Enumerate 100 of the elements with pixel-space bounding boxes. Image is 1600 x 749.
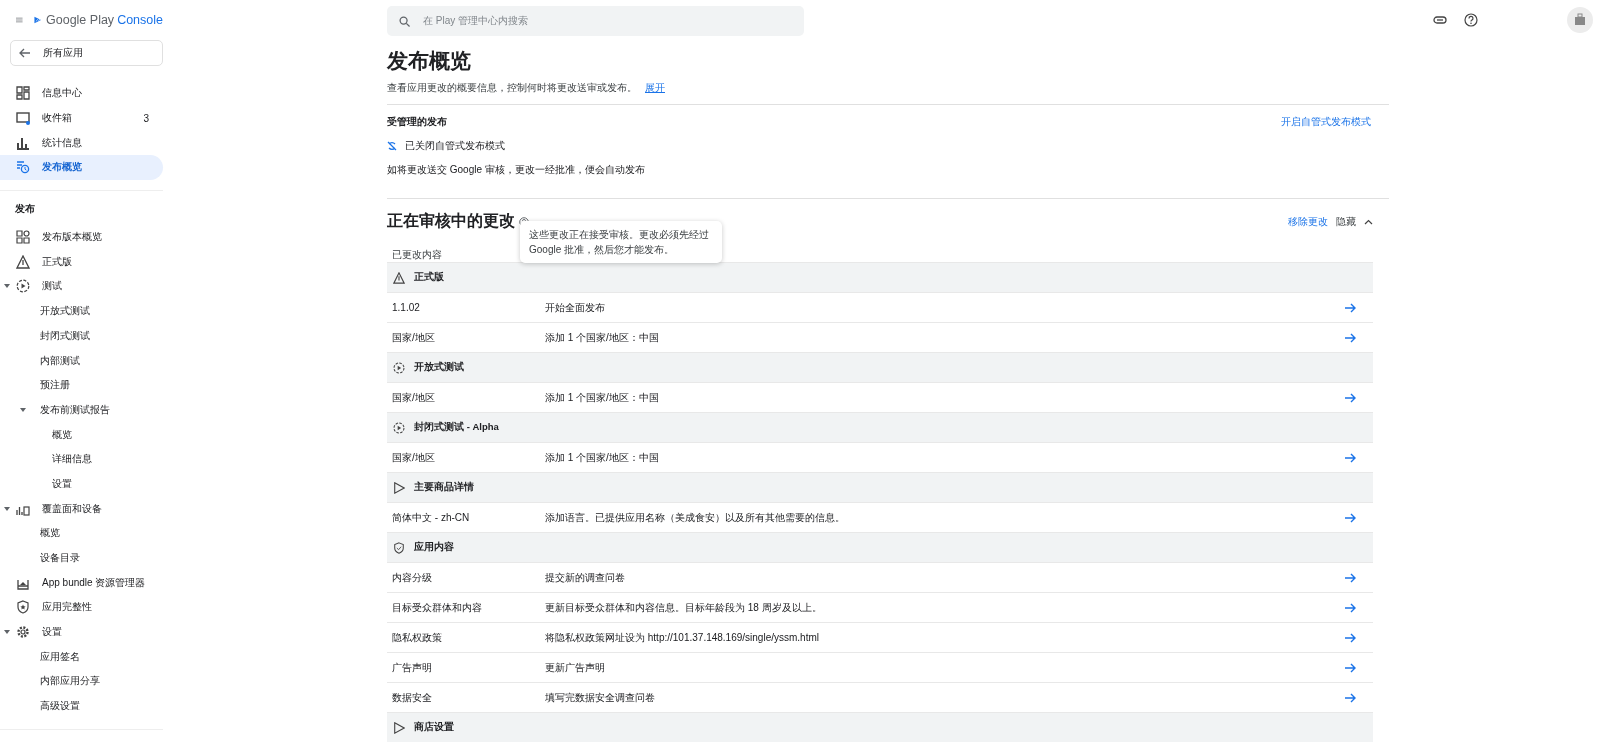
group-header: 商店设置: [387, 712, 1373, 742]
arrow-icon[interactable]: [1345, 602, 1357, 613]
nav-item[interactable]: 覆盖面和设备: [0, 496, 163, 521]
table-cell-text: 简体中文 - zh-CN: [392, 510, 471, 525]
group-header: 正式版: [387, 262, 1373, 292]
table-cell-text: 隐私权政策: [392, 630, 443, 645]
nav-item[interactable]: 开放式测试: [0, 298, 163, 324]
arrow-icon[interactable]: [1345, 332, 1357, 343]
arrow-icon[interactable]: [1345, 452, 1357, 463]
tooltip: 这些更改正在接受审核。更改必须先经过 Google 批准，然后您才能发布。: [520, 221, 722, 263]
caret-icon[interactable]: [4, 630, 10, 635]
table-cell-text: 添加语言。已提供应用名称（美成食安）以及所有其他需要的信息。: [545, 510, 846, 525]
arrow-icon[interactable]: [1345, 572, 1357, 583]
group-header: 主要商品详情: [387, 472, 1373, 502]
nav-item[interactable]: 发布版本概览: [0, 224, 163, 250]
warning-icon: [16, 254, 30, 269]
column-header: 已更改内容: [392, 248, 442, 262]
table-cell-text: 添加 1 个国家/地区：中国: [545, 390, 660, 405]
status-text: 已关闭自管式发布模式: [405, 139, 505, 153]
table-cell-text: 更新目标受众群体和内容信息。目标年龄段为 18 周岁及以上。: [545, 600, 823, 615]
logo-text: Google Play: [46, 13, 115, 27]
table-cell-text: 国家/地区: [392, 330, 436, 345]
link-icon[interactable]: [1433, 16, 1447, 24]
nav-item[interactable]: 统计信息: [0, 130, 163, 156]
nav-item[interactable]: 发布概览: [0, 155, 163, 180]
nav-item[interactable]: 高级设置: [0, 693, 163, 719]
clock-list-icon: [16, 160, 30, 175]
table-cell-text: 添加 1 个国家/地区：中国: [545, 330, 660, 345]
table-cell-text: 添加 1 个国家/地区：中国: [545, 450, 660, 465]
table-cell-text: 更新广告声明: [545, 660, 606, 675]
table-cell-text: 提交新的调查问卷: [545, 570, 626, 585]
page-description: 查看应用更改的概要信息，控制何时将更改送审或发布。 展开: [387, 81, 666, 95]
play-circle-icon: [393, 361, 405, 374]
nav-item[interactable]: 应用签名: [0, 644, 163, 670]
section-title: 受管理的发布: [387, 115, 447, 129]
section-title: 发布: [14, 201, 36, 216]
hide-button[interactable]: 隐藏: [1336, 214, 1373, 229]
arrow-icon[interactable]: [1345, 662, 1357, 673]
table-cell-text: 将隐私权政策网址设为 http://101.37.148.169/single/yssm.html: [545, 630, 820, 645]
back-arrow-icon: [19, 48, 31, 58]
section-heading: 正在审核中的更改: [387, 211, 515, 231]
nav-item[interactable]: 设置: [0, 471, 163, 497]
nav-item[interactable]: 测试: [0, 274, 163, 299]
shield-icon: [16, 600, 30, 615]
arrow-icon[interactable]: [1345, 632, 1357, 643]
nav-item[interactable]: App bundle 资源管理器: [0, 570, 163, 596]
caret-icon[interactable]: [4, 506, 10, 511]
nav-item[interactable]: 设置: [0, 619, 163, 645]
count-text: 3: [143, 112, 149, 124]
play-triangle-icon: [393, 481, 405, 494]
logo-product: Console: [117, 13, 163, 27]
nav-item[interactable]: 内部测试: [0, 348, 163, 373]
nav-item[interactable]: 详细信息: [0, 446, 163, 472]
table-cell-text: 目标受众群体和内容: [392, 600, 483, 615]
table-cell-text: 填写完数据安全调查问卷: [545, 690, 656, 705]
caret-icon[interactable]: [20, 407, 26, 412]
nav-item[interactable]: 应用完整性: [0, 595, 163, 620]
table-cell-text: 国家/地区: [392, 390, 436, 405]
shield-icon: [393, 541, 405, 554]
nav-item[interactable]: 概览: [0, 521, 163, 546]
group-header: 封闭式测试 - Alpha: [387, 412, 1373, 442]
nav-item[interactable]: 收件箱 3: [0, 105, 163, 131]
nav-item[interactable]: 正式版: [0, 249, 163, 275]
sync-off-icon: [387, 141, 397, 151]
arrow-icon[interactable]: [1345, 392, 1357, 403]
grid-icon: [16, 230, 30, 245]
table-cell-text: 开始全面发布: [545, 300, 606, 315]
warning-icon: [393, 271, 405, 284]
page-title: 发布概览: [387, 48, 472, 74]
table-cell-text: 数据安全: [392, 690, 433, 705]
table-cell-text: 广告声明: [392, 660, 433, 675]
remove-changes-link[interactable]: 移除更改: [1288, 214, 1328, 229]
nav-item[interactable]: 封闭式测试: [0, 323, 163, 349]
arrow-icon[interactable]: [1345, 692, 1357, 703]
all-apps-button[interactable]: 所有应用: [10, 40, 163, 66]
nav-item[interactable]: 概览: [0, 422, 163, 447]
gear-icon: [16, 625, 30, 640]
managed-publishing-link[interactable]: 开启自管式发布模式: [1281, 115, 1371, 129]
arrow-icon[interactable]: [1345, 302, 1357, 313]
table-cell-text: 1.1.02: [392, 302, 421, 313]
expand-link[interactable]: 展开: [645, 82, 665, 93]
avatar-icon[interactable]: [1567, 7, 1593, 33]
play-circle-icon: [16, 279, 30, 294]
nav-item[interactable]: 内部应用分享: [0, 669, 163, 694]
play-circle-icon: [393, 421, 405, 434]
table-cell-text: 国家/地区: [392, 450, 436, 465]
search-field[interactable]: 在 Play 管理中心内搜索: [387, 5, 804, 36]
nav-item[interactable]: 信息中心: [0, 81, 163, 106]
caret-icon[interactable]: [4, 284, 10, 289]
nav-item[interactable]: 预注册: [0, 372, 163, 398]
arrow-icon[interactable]: [1345, 512, 1357, 523]
play-triangle-icon: [393, 721, 405, 734]
group-header: 应用内容: [387, 532, 1373, 562]
dashboard-icon: [16, 86, 30, 101]
nav-item[interactable]: 发布前测试报告: [0, 397, 163, 423]
inbox-icon: [16, 111, 30, 126]
nav-item[interactable]: 设备目录: [0, 545, 163, 571]
bar-chart-icon: [16, 135, 30, 150]
table-cell-text: 内容分级: [392, 570, 433, 585]
note-text: 如将更改送交 Google 审核，更改一经批准，便会自动发布: [387, 163, 646, 177]
